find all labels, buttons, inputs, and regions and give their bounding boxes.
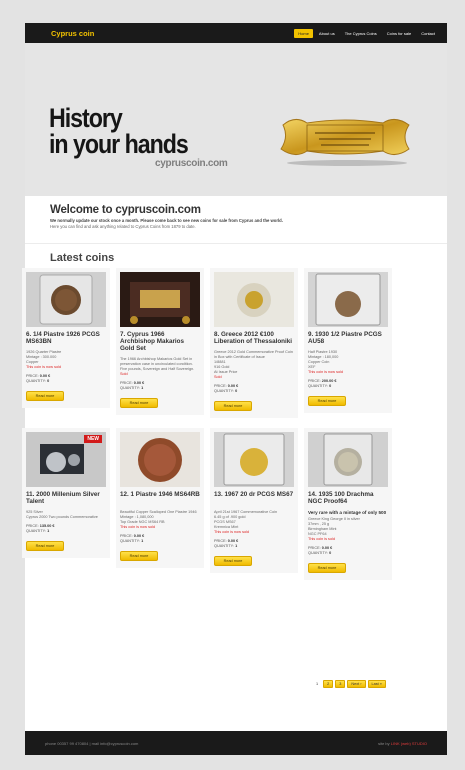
- read-more-button[interactable]: Read more: [214, 401, 252, 411]
- latest-title: Latest coins: [50, 252, 115, 264]
- coin-price: PRICE: 135.00 € QUANTITY: 1: [26, 524, 55, 533]
- coin-card: 13. 1967 20 dr PCGS MS67 April 21st 1967…: [210, 428, 298, 573]
- coin-price: PRICE: 0.00 € QUANTITY: 0: [308, 545, 333, 555]
- coin-card: 14. 1935 100 Drachma NGC Proof64 Very ra…: [304, 428, 392, 580]
- coin-thumbnail[interactable]: [308, 432, 388, 487]
- coin-card: 6. 1/4 Piastre 1926 PCGS MS63BN 1926 Qua…: [22, 268, 110, 408]
- read-more-button[interactable]: Read more: [308, 396, 346, 406]
- coin-description: 1926 Quarter Piastre Mintage : 300.000 C…: [26, 350, 62, 364]
- read-more-button[interactable]: Read more: [26, 541, 64, 551]
- hero-banner: History in your hands cypruscoin.com: [25, 43, 447, 196]
- read-more-button[interactable]: Read more: [120, 398, 158, 408]
- coin-description: April 21st 1967 Commemorative Coin 6.45 …: [214, 510, 278, 529]
- welcome-lead: We normally update our stock once a mont…: [50, 218, 283, 223]
- welcome-section: Welcome to cypruscoin.com We normally up…: [25, 196, 447, 244]
- read-more-button[interactable]: Read more: [120, 551, 158, 561]
- footer-credit-link[interactable]: LINK (web) STUDIO: [391, 741, 427, 746]
- coin-sold-status: This coin is now sold: [120, 525, 156, 529]
- coin-thumbnail[interactable]: [308, 272, 388, 327]
- coin-description: 925 Silver Cyprus 2000 Two pounds Commem…: [26, 510, 98, 519]
- coin-title[interactable]: 7. Cyprus 1966 Archbishop Makarios Gold …: [120, 331, 200, 352]
- coin-title[interactable]: 13. 1967 20 dr PCGS MS67: [214, 491, 294, 505]
- coin-card: 8. Greece 2012 €100 Liberation of Thessa…: [210, 268, 298, 418]
- coins-row: 6. 1/4 Piastre 1926 PCGS MS63BN 1926 Qua…: [22, 268, 394, 418]
- coin-title[interactable]: 6. 1/4 Piastre 1926 PCGS MS63BN: [26, 331, 106, 345]
- coin-price: PRICE: 0.00 € QUANTITY: 1: [120, 381, 145, 390]
- coin-thumbnail[interactable]: [120, 432, 200, 487]
- coin-sold-status: This coin is sold: [308, 536, 336, 541]
- nav-home[interactable]: Home: [294, 28, 313, 38]
- coin-thumbnail[interactable]: [120, 272, 200, 327]
- last-page-button[interactable]: Last »: [367, 680, 386, 688]
- welcome-title: Welcome to cypruscoin.com: [50, 204, 201, 216]
- nav-about-us[interactable]: About us: [315, 29, 339, 38]
- next-page-button[interactable]: Next ›: [347, 680, 366, 688]
- pagination: 1 2 3 Next › Last »: [313, 680, 386, 688]
- coin-description: Half Piastre 1930 Mintage : 180,000 Copp…: [308, 350, 339, 369]
- footer: phone 00357 99 470804 | mail info@cyprus…: [25, 731, 447, 755]
- site-logo[interactable]: Cyprus coin: [51, 29, 94, 38]
- new-badge: NEW: [84, 435, 102, 443]
- nav-contact[interactable]: Contact: [417, 29, 439, 38]
- coin-card: 12. 1 Piastre 1946 MS64RB Beautiful Copp…: [116, 428, 204, 568]
- coin-title[interactable]: 9. 1930 1/2 Piastre PCGS AU58: [308, 331, 388, 345]
- coin-description: Greece King George II in silver 37mm , 2…: [308, 516, 360, 536]
- coin-price: PRICE: 0.00 € QUANTITY: 1: [120, 534, 145, 543]
- nav-coins-for-sale[interactable]: Coins for sale: [383, 29, 415, 38]
- coin-card: 7. Cyprus 1966 Archbishop Makarios Gold …: [116, 268, 204, 415]
- coin-sold-status: Sold: [120, 372, 128, 376]
- coin-sold-status: This coin is now sold: [26, 365, 62, 369]
- page-link[interactable]: 2: [323, 680, 334, 688]
- footer-contact: phone 00357 99 470804 | mail info@cyprus…: [45, 740, 139, 746]
- coin-description: Greece 2012 Gold Commemorative Proof Coi…: [214, 350, 293, 374]
- main-nav: Home About us The Cyprus Coins Coins for…: [294, 28, 439, 38]
- coin-sold-status: Sold: [214, 375, 222, 379]
- coin-title[interactable]: 12. 1 Piastre 1946 MS64RB: [120, 491, 200, 505]
- coins-grid: 6. 1/4 Piastre 1926 PCGS MS63BN 1926 Qua…: [22, 268, 394, 590]
- gold-bar-image: [280, 119, 410, 166]
- coin-intro: Very rare with a mintage of only 500: [308, 510, 387, 515]
- read-more-button[interactable]: Read more: [26, 391, 64, 401]
- coin-price: PRICE: 200.00 € QUANTITY: 0: [308, 379, 337, 388]
- coin-description: The 1966 Archbishop Makarios Gold Set in…: [120, 357, 195, 371]
- welcome-subtext: Here you can find and ask anything relat…: [50, 224, 196, 229]
- coin-price: PRICE: 0.00 € QUANTITY: 1: [214, 539, 239, 548]
- coin-description: Beautiful Copper Scalloped One Piastre 1…: [120, 510, 197, 524]
- read-more-button[interactable]: Read more: [308, 562, 346, 573]
- coin-thumbnail[interactable]: [214, 432, 294, 487]
- footer-credit: site by LINK (web) STUDIO: [378, 740, 427, 746]
- coin-card: 9. 1930 1/2 Piastre PCGS AU58 Half Piast…: [304, 268, 392, 413]
- hero-title: History in your hands: [49, 103, 189, 159]
- page-current: 1: [316, 682, 319, 686]
- coin-title[interactable]: 14. 1935 100 Drachma NGC Proof64: [308, 491, 388, 505]
- coin-card: NEW 11. 2000 Millenium Silver Talent 925…: [22, 428, 110, 558]
- coin-thumbnail[interactable]: NEW: [26, 432, 106, 487]
- coin-price: PRICE: 0.00 € QUANTITY: 0: [26, 374, 51, 383]
- top-bar: Cyprus coin Home About us The Cyprus Coi…: [25, 23, 447, 43]
- nav-cyprus-coins[interactable]: The Cyprus Coins: [341, 29, 381, 38]
- coin-thumbnail[interactable]: [214, 272, 294, 327]
- page-link[interactable]: 3: [335, 680, 346, 688]
- coin-sold-status: This coin is now sold: [308, 370, 344, 374]
- coin-sold-status: This coin is now sold: [214, 530, 250, 534]
- coin-title[interactable]: 11. 2000 Millenium Silver Talent: [26, 491, 106, 505]
- hero-domain: cypruscoin.com: [155, 158, 228, 169]
- coin-price: PRICE: 0.00 € QUANTITY: 0: [214, 384, 239, 393]
- read-more-button[interactable]: Read more: [214, 556, 252, 566]
- coins-row: NEW 11. 2000 Millenium Silver Talent 925…: [22, 428, 394, 580]
- coin-title[interactable]: 8. Greece 2012 €100 Liberation of Thessa…: [214, 331, 294, 345]
- coin-thumbnail[interactable]: [26, 272, 106, 327]
